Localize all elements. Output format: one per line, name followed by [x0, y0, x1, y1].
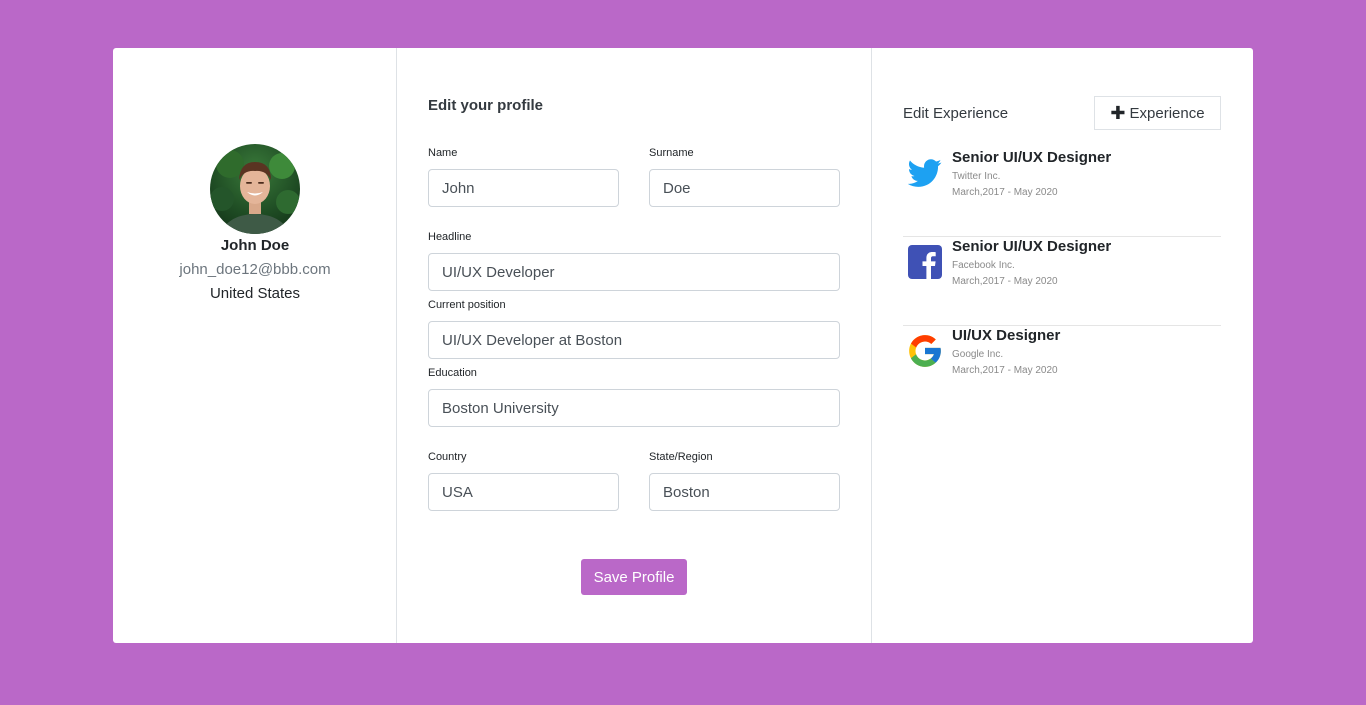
- profile-email: john_doe12@bbb.com: [179, 261, 331, 278]
- surname-input[interactable]: [649, 169, 840, 207]
- experience-title: Edit Experience: [903, 105, 1009, 122]
- experience-role: Senior UI/UX Designer: [952, 149, 1112, 166]
- experience-role: Senior UI/UX Designer: [952, 238, 1112, 255]
- profile-card: John Doe john_doe12@bbb.com United State…: [113, 48, 1253, 643]
- experience-panel: Edit Experience ✚ Experience Senior UI/U…: [872, 48, 1253, 643]
- surname-label: Surname: [649, 147, 694, 159]
- form-title: Edit your profile: [428, 97, 544, 114]
- google-icon: [906, 332, 944, 370]
- education-label: Education: [428, 367, 477, 379]
- experience-dates: March,2017 - May 2020: [952, 187, 1058, 198]
- user-photo-icon: [210, 150, 300, 234]
- experience-company: Facebook Inc.: [952, 260, 1015, 271]
- country-input[interactable]: [428, 473, 619, 511]
- headline-input[interactable]: [428, 253, 840, 291]
- save-profile-button[interactable]: Save Profile: [581, 559, 687, 595]
- add-experience-button[interactable]: ✚ Experience: [1094, 96, 1221, 130]
- experience-company: Twitter Inc.: [952, 171, 1001, 182]
- education-input[interactable]: [428, 389, 840, 427]
- edit-profile-form: Edit your profile Name Surname Headline …: [397, 48, 872, 643]
- experience-dates: March,2017 - May 2020: [952, 276, 1058, 287]
- headline-label: Headline: [428, 231, 472, 243]
- experience-item[interactable]: Senior UI/UX Designer Twitter Inc. March…: [903, 148, 1221, 237]
- state-input[interactable]: [649, 473, 840, 511]
- experience-item[interactable]: UI/UX Designer Google Inc. March,2017 - …: [903, 326, 1221, 415]
- current-position-input[interactable]: [428, 321, 840, 359]
- profile-country: United States: [209, 285, 301, 302]
- state-label: State/Region: [649, 451, 713, 463]
- twitter-icon: [906, 154, 944, 192]
- profile-name: John Doe: [220, 237, 290, 254]
- experience-item[interactable]: Senior UI/UX Designer Facebook Inc. Marc…: [903, 237, 1221, 326]
- avatar: [210, 144, 300, 234]
- add-experience-label: Experience: [1129, 104, 1205, 122]
- current-position-label: Current position: [428, 299, 506, 311]
- name-label: Name: [428, 147, 458, 159]
- name-input[interactable]: [428, 169, 619, 207]
- country-label: Country: [428, 451, 467, 463]
- experience-company: Google Inc.: [952, 349, 1004, 360]
- facebook-icon: [906, 243, 944, 281]
- experience-dates: March,2017 - May 2020: [952, 365, 1058, 376]
- profile-summary: John Doe john_doe12@bbb.com United State…: [113, 48, 397, 643]
- experience-role: UI/UX Designer: [952, 327, 1061, 344]
- plus-icon: ✚: [1110, 103, 1126, 123]
